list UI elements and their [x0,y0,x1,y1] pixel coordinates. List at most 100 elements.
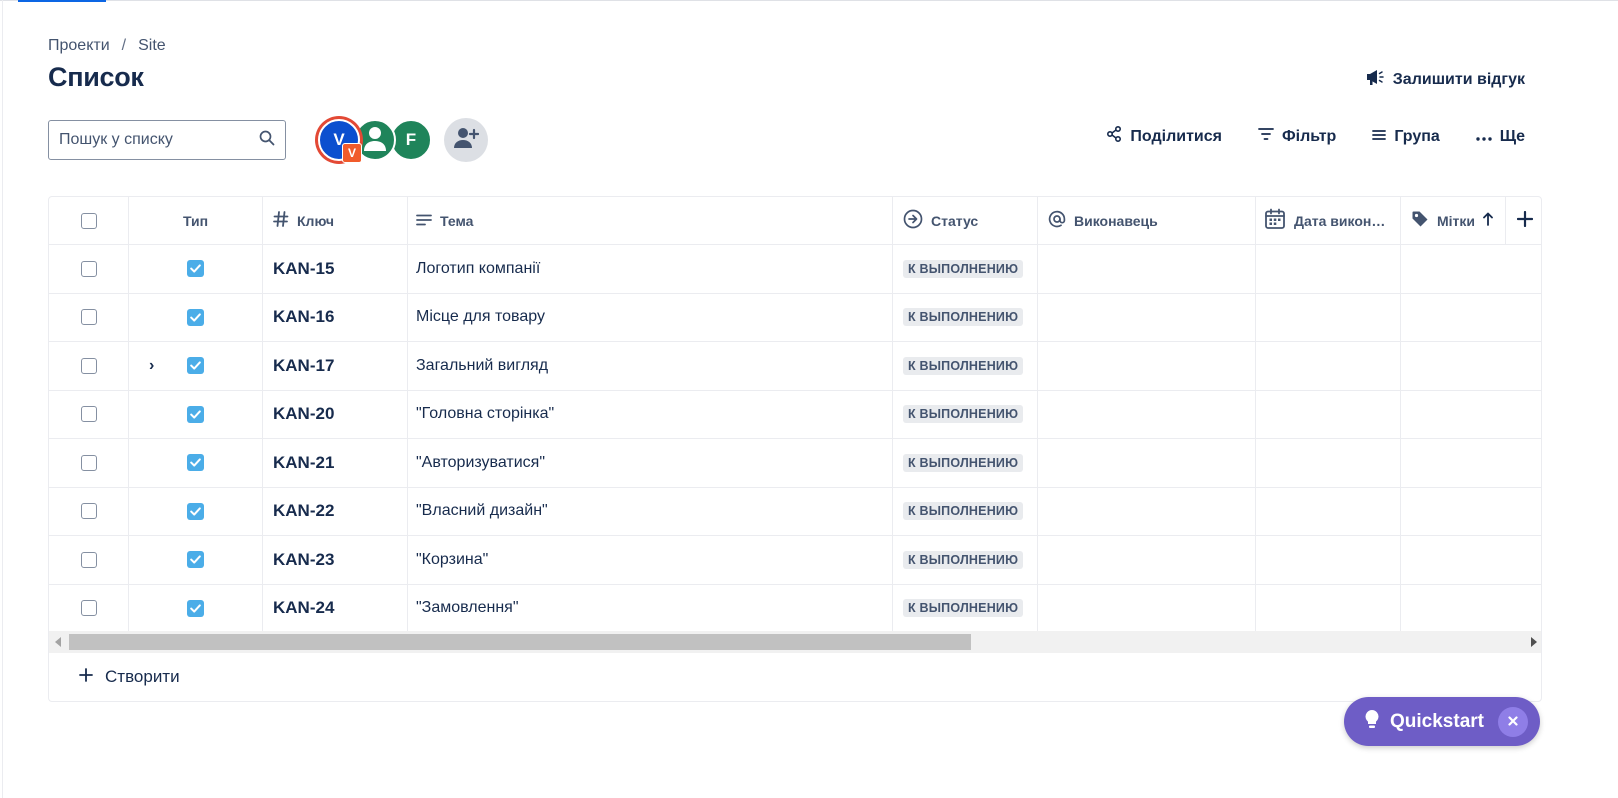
task-type-icon[interactable] [187,551,204,569]
table-row[interactable]: KAN-21 "Авторизуватися" К ВЫПОЛНЕНИЮ [49,439,1541,488]
labels-cell[interactable] [1401,585,1505,633]
labels-cell[interactable] [1401,245,1505,293]
scroll-right-arrow[interactable] [1531,637,1537,647]
task-type-icon[interactable] [187,502,204,520]
assignee-cell[interactable] [1038,487,1256,535]
column-header-summary[interactable]: Тема [408,197,893,244]
create-issue-button[interactable]: Створити [79,667,180,687]
status-badge[interactable]: К ВЫПОЛНЕНИЮ [903,259,1024,278]
issue-key[interactable]: KAN-17 [263,342,408,390]
due-date-cell[interactable] [1256,487,1401,535]
task-type-icon[interactable] [187,308,204,326]
issue-summary[interactable]: "Власний дизайн" [408,487,893,535]
filter-button[interactable]: Фільтр [1258,127,1336,146]
group-button[interactable]: Група [1372,128,1440,146]
column-header-type[interactable]: Тип [129,197,263,244]
sort-ascending-icon[interactable] [1483,212,1493,229]
due-date-cell[interactable] [1256,390,1401,438]
assignee-cell[interactable] [1038,536,1256,584]
row-checkbox[interactable] [80,406,97,423]
issue-summary[interactable]: "Авторизуватися" [408,439,893,487]
task-type-icon[interactable] [187,357,204,375]
issue-key[interactable]: KAN-24 [263,584,408,632]
labels-cell[interactable] [1401,391,1505,439]
table-row[interactable]: KAN-15 Логотип компанії К ВЫПОЛНЕНИЮ [49,245,1541,294]
avatar[interactable]: V V [318,119,362,163]
horizontal-scrollbar[interactable] [49,631,1541,653]
task-type-icon[interactable] [187,260,204,278]
status-badge[interactable]: К ВЫПОЛНЕНИЮ [903,550,1024,569]
table-row[interactable]: KAN-16 Місце для товару К ВЫПОЛНЕНИЮ [49,293,1541,342]
column-header-labels[interactable]: Мітки [1401,197,1505,244]
column-header-assignee[interactable]: Виконавець [1038,197,1256,244]
scrollbar-thumb[interactable] [69,634,971,650]
add-column-button[interactable] [1505,197,1541,244]
issue-summary[interactable]: Місце для товару [408,293,893,341]
table-row[interactable]: KAN-20 "Головна сторінка" К ВЫПОЛНЕНИЮ [49,390,1541,439]
row-checkbox[interactable] [80,454,97,471]
table-row[interactable]: KAN-22 "Власний дизайн" К ВЫПОЛНЕНИЮ [49,487,1541,536]
labels-cell[interactable] [1401,342,1505,390]
issue-key[interactable]: KAN-20 [263,390,408,438]
issue-key[interactable]: KAN-23 [263,536,408,584]
row-checkbox[interactable] [80,600,97,617]
task-type-icon[interactable] [187,405,204,423]
more-button[interactable]: Ще [1476,128,1525,146]
task-type-icon[interactable] [187,599,204,617]
search-input[interactable] [59,131,249,149]
status-badge[interactable]: К ВЫПОЛНЕНИЮ [903,502,1024,521]
select-all-checkbox[interactable] [80,212,97,229]
status-badge[interactable]: К ВЫПОЛНЕНИЮ [903,405,1024,424]
assignee-cell[interactable] [1038,439,1256,487]
table-row[interactable]: KAN-23 "Корзина" К ВЫПОЛНЕНИЮ [49,536,1541,585]
expand-chevron-icon[interactable]: › [149,357,154,375]
due-date-cell[interactable] [1256,293,1401,341]
issue-key[interactable]: KAN-16 [263,293,408,341]
add-people-button[interactable] [444,118,488,162]
breadcrumb-projects-link[interactable]: Проекти [48,37,110,55]
issue-summary[interactable]: "Замовлення" [408,584,893,632]
status-badge[interactable]: К ВЫПОЛНЕНИЮ [903,356,1024,375]
task-type-icon[interactable] [187,454,204,472]
issue-key[interactable]: KAN-15 [263,245,408,293]
issue-summary[interactable]: Загальний вигляд [408,342,893,390]
row-checkbox[interactable] [80,551,97,568]
row-checkbox[interactable] [80,260,97,277]
labels-cell[interactable] [1401,536,1505,584]
status-badge[interactable]: К ВЫПОЛНЕНИЮ [903,308,1024,327]
labels-cell[interactable] [1401,488,1505,536]
scroll-left-arrow[interactable] [55,637,61,647]
labels-cell[interactable] [1401,294,1505,342]
give-feedback-button[interactable]: Залишити відгук [1365,68,1525,91]
due-date-cell[interactable] [1256,245,1401,293]
column-header-due-date[interactable]: Дата викон… [1256,197,1401,244]
due-date-cell[interactable] [1256,536,1401,584]
table-row[interactable]: KAN-24 "Замовлення" К ВЫПОЛНЕНИЮ [49,584,1541,633]
assignee-cell[interactable] [1038,245,1256,293]
column-header-status[interactable]: Статус [893,197,1038,244]
issue-key[interactable]: KAN-21 [263,439,408,487]
issue-summary[interactable]: "Головна сторінка" [408,390,893,438]
due-date-cell[interactable] [1256,584,1401,632]
labels-cell[interactable] [1401,439,1505,487]
row-checkbox[interactable] [80,357,97,374]
assignee-cell[interactable] [1038,293,1256,341]
row-checkbox[interactable] [80,309,97,326]
due-date-cell[interactable] [1256,439,1401,487]
breadcrumb-project-link[interactable]: Site [138,37,166,55]
assignee-cell[interactable] [1038,390,1256,438]
status-badge[interactable]: К ВЫПОЛНЕНИЮ [903,453,1024,472]
search-icon[interactable] [259,130,275,151]
quickstart-close-button[interactable] [1498,707,1528,737]
row-checkbox[interactable] [80,503,97,520]
due-date-cell[interactable] [1256,342,1401,390]
issue-summary[interactable]: "Корзина" [408,536,893,584]
issue-summary[interactable]: Логотип компанії [408,245,893,293]
share-button[interactable]: Поділитися [1106,125,1222,147]
assignee-cell[interactable] [1038,342,1256,390]
search-box[interactable] [48,120,286,160]
status-badge[interactable]: К ВЫПОЛНЕНИЮ [903,599,1024,618]
table-row[interactable]: › KAN-17 Загальний вигляд К ВЫПОЛНЕНИЮ [49,342,1541,391]
avatar[interactable]: F [390,119,432,161]
assignee-cell[interactable] [1038,584,1256,632]
